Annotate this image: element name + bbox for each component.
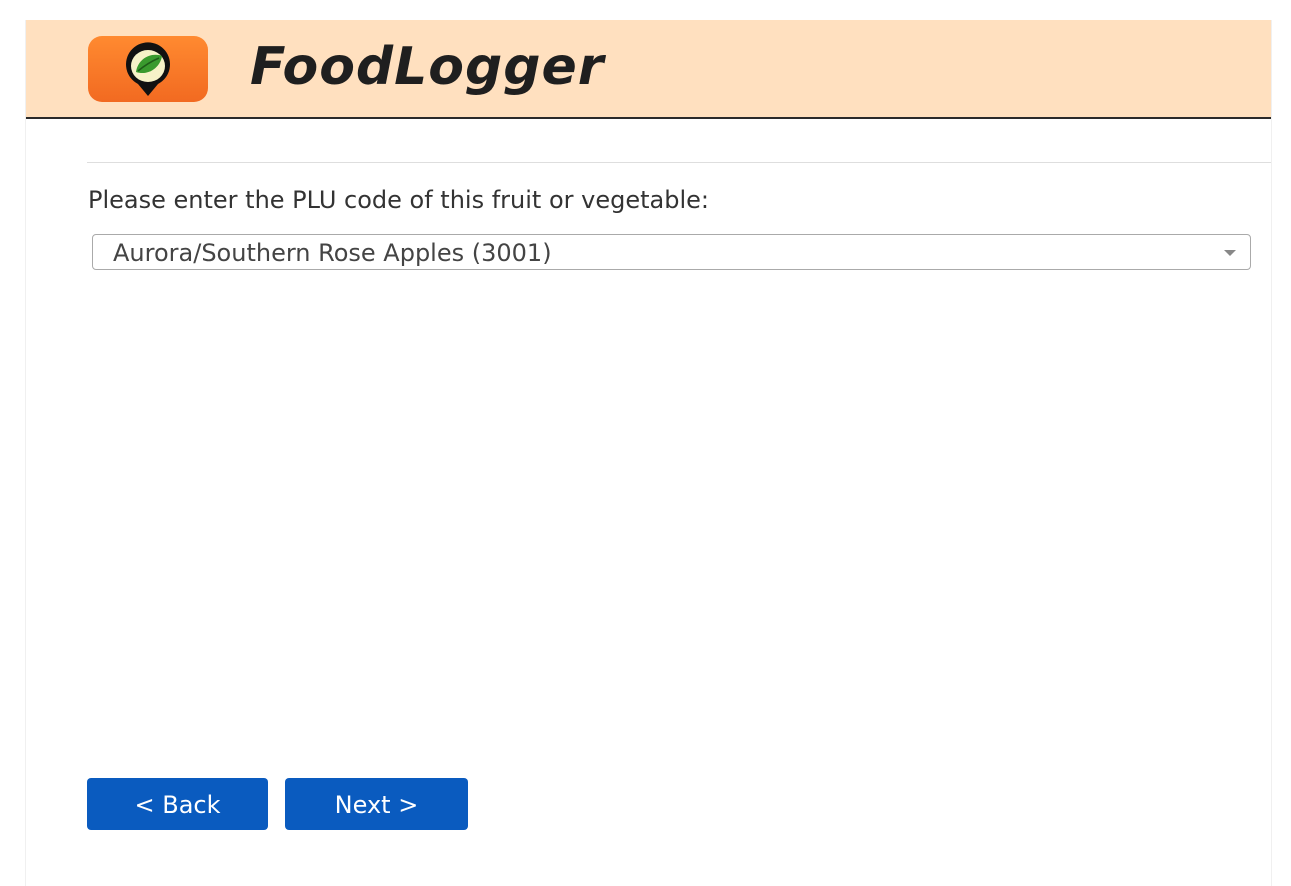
plu-prompt-label: Please enter the PLU code of this fruit … — [88, 186, 709, 214]
back-button[interactable]: < Back — [87, 778, 268, 830]
foodlogger-page: FoodLogger Please enter the PLU code of … — [0, 0, 1291, 886]
app-header: FoodLogger — [26, 20, 1271, 119]
frame-border-left — [25, 20, 26, 886]
chevron-down-icon — [1224, 250, 1236, 256]
next-button[interactable]: Next > — [285, 778, 468, 830]
content-divider — [87, 162, 1271, 163]
plu-code-select[interactable]: Aurora/Southern Rose Apples (3001) — [92, 234, 1251, 270]
app-title: FoodLogger — [250, 37, 605, 97]
leaf-map-pin-icon — [126, 42, 170, 96]
app-logo — [88, 36, 208, 102]
frame-border-right — [1271, 20, 1272, 886]
plu-selected-value: Aurora/Southern Rose Apples (3001) — [113, 239, 552, 267]
